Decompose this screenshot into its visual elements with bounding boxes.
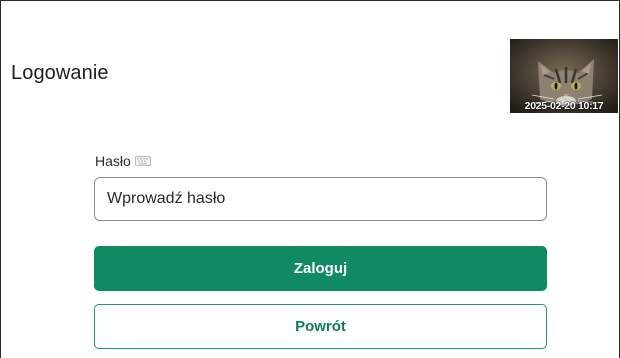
camera-timestamp: 2025-02-20 10:17 [524, 100, 604, 112]
page-title: Logowanie [11, 62, 109, 84]
page-frame: Logowanie 2025-02-20 10:17 Hasło Zaloguj… [0, 0, 620, 358]
password-label-row: Hasło [95, 153, 151, 169]
login-button-label: Zaloguj [293, 260, 348, 277]
keyboard-icon[interactable] [134, 153, 151, 166]
back-button-label: Powrót [295, 318, 346, 335]
login-button[interactable]: Zaloguj [94, 246, 547, 291]
password-field[interactable] [94, 177, 547, 221]
camera-snapshot[interactable]: 2025-02-20 10:17 [510, 39, 618, 113]
password-label: Hasło [95, 153, 131, 169]
back-button[interactable]: Powrót [94, 304, 547, 349]
